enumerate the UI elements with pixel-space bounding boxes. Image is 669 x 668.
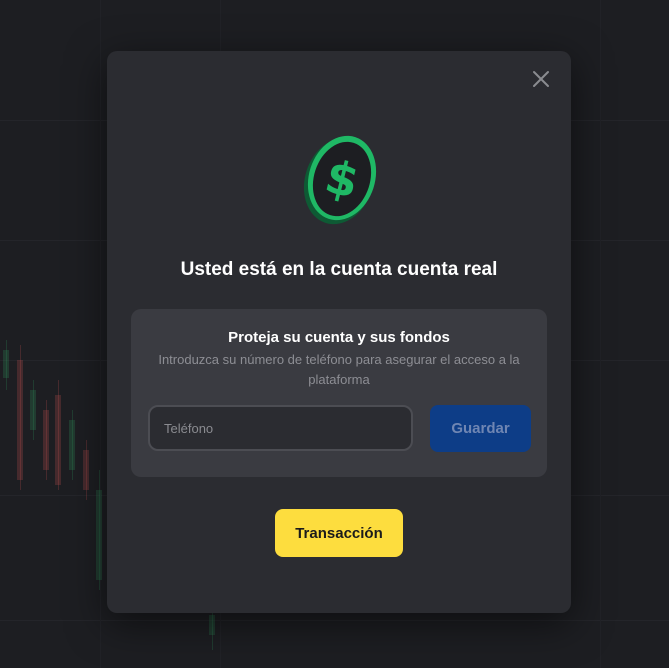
modal-title: Usted está en la cuenta cuenta real <box>180 259 498 280</box>
grid-line <box>600 0 601 668</box>
candle <box>209 615 215 635</box>
candle <box>96 490 102 580</box>
close-icon[interactable] <box>531 69 551 89</box>
transaction-button[interactable]: Transacción <box>275 509 403 557</box>
candle <box>69 420 75 470</box>
candle <box>83 450 89 490</box>
save-button[interactable]: Guardar <box>430 405 531 452</box>
candle <box>43 410 49 470</box>
candle <box>17 360 23 480</box>
panel-description: Introduzca su número de teléfono para as… <box>158 352 520 387</box>
dollar-coin-icon: $ <box>303 133 377 225</box>
candle <box>30 390 36 430</box>
account-modal: $ Usted está en la cuenta cuenta real Pr… <box>107 51 571 613</box>
close-button[interactable] <box>531 69 551 89</box>
phone-input[interactable] <box>148 405 413 451</box>
candle <box>55 395 61 485</box>
panel-title: Proteja su cuenta y sus fondos <box>228 329 450 346</box>
candle <box>3 350 9 378</box>
protect-account-panel: Proteja su cuenta y sus fondos Introduzc… <box>131 309 547 477</box>
